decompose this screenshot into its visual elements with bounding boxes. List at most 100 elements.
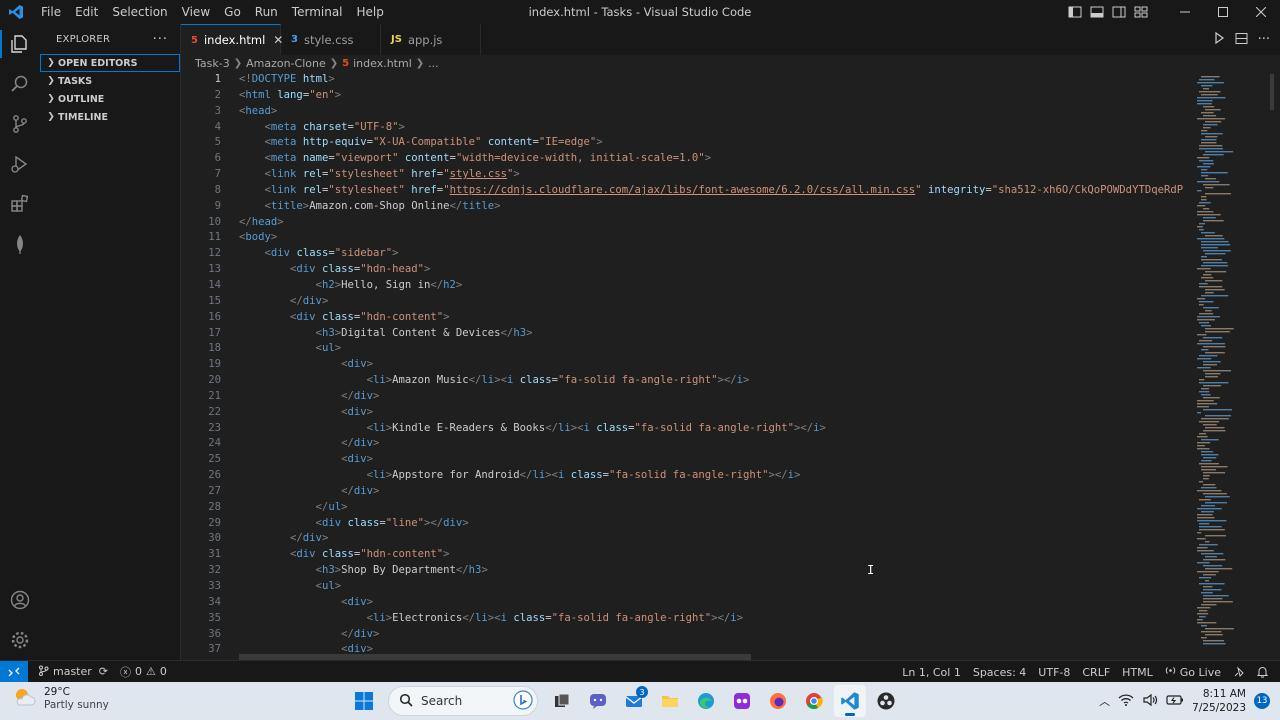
tab-app-js[interactable]: JS app.js <box>381 24 481 55</box>
customize-layout-icon[interactable] <box>1130 0 1152 24</box>
sync-icon[interactable]: ⟳ <box>99 665 108 678</box>
wifi-icon[interactable] <box>1118 693 1134 710</box>
code-line[interactable]: 27 </div> <box>181 484 1193 500</box>
edge-browser-icon[interactable] <box>690 685 722 717</box>
taskbar-clock[interactable]: 8:11 AM 7/25/2023 <box>1192 687 1246 715</box>
toggle-panel-icon[interactable] <box>1086 0 1108 24</box>
code-line[interactable]: 2 <html lang="en"> <box>181 88 1193 104</box>
code-line[interactable]: 33 <ul> <box>181 579 1193 595</box>
notification-badge[interactable]: 13 <box>1254 693 1270 709</box>
remote-icon[interactable] <box>0 660 28 683</box>
minimize-button[interactable] <box>1166 0 1204 24</box>
code-line[interactable]: 12 <div class="sidebar"> <box>181 246 1193 262</box>
notifications-bell-icon[interactable] <box>1251 666 1274 678</box>
minimap[interactable] <box>1195 72 1255 660</box>
teams-chat-icon[interactable] <box>582 685 614 717</box>
vpn-mask-icon[interactable] <box>726 685 758 717</box>
taskbar-search[interactable]: Search <box>388 686 538 716</box>
close-window-button[interactable] <box>1242 0 1280 24</box>
menu-run[interactable]: Run <box>248 0 285 24</box>
code-line[interactable]: 18 <ul> <box>181 341 1193 357</box>
code-line[interactable]: 23 <li>Kindle E-Readers & Books</li><i c… <box>181 421 1193 437</box>
explorer-icon[interactable] <box>0 24 40 64</box>
section-outline[interactable]: ❯ OUTLINE <box>40 90 180 108</box>
section-timeline[interactable]: ❯ TIMELINE <box>40 108 180 126</box>
code-line[interactable]: 8 <link rel="stylesheet" href="https://c… <box>181 183 1193 199</box>
code-line[interactable]: 15 </div> <box>181 294 1193 310</box>
toggle-secondary-sidebar-icon[interactable] <box>1108 0 1130 24</box>
toggle-primary-sidebar-icon[interactable] <box>1064 0 1086 24</box>
settings-gear-icon[interactable] <box>0 620 40 660</box>
code-line[interactable]: 34 <div> <box>181 595 1193 611</box>
code-line[interactable]: 16 <div class="hdn-content"> <box>181 310 1193 326</box>
code-line[interactable]: 36 </div> <box>181 627 1193 643</box>
code-line[interactable]: 31 <div class="hdn-content"> <box>181 547 1193 563</box>
obs-studio-icon[interactable] <box>870 685 902 717</box>
code-line[interactable]: 7 <link rel="stylesheet" href="style.css… <box>181 167 1193 183</box>
menu-view[interactable]: View <box>175 0 217 24</box>
code-line[interactable]: 21 </div> <box>181 389 1193 405</box>
run-file-icon[interactable] <box>1213 31 1225 47</box>
search-icon[interactable] <box>0 64 40 104</box>
code-line[interactable]: 22 <div> <box>181 405 1193 421</box>
code-line[interactable]: 4 <meta charset="UTF-8"> <box>181 120 1193 136</box>
code-line[interactable]: 26 <li>Appstore for Android</li><i class… <box>181 468 1193 484</box>
code-line[interactable]: 30 </div> <box>181 531 1193 547</box>
battery-icon[interactable] <box>1166 694 1184 709</box>
menu-go[interactable]: Go <box>217 0 248 24</box>
problems-status[interactable]: ⓧ 0 ⚠ 0 <box>114 664 173 680</box>
tab-index-html[interactable]: 5 index.html ✕ <box>181 24 283 55</box>
task-view-icon[interactable] <box>546 685 578 717</box>
code-line[interactable]: 6 <meta name="viewport" content="width=d… <box>181 151 1193 167</box>
code-line[interactable]: 5 <meta http-equiv="X-UA-Compatible" con… <box>181 135 1193 151</box>
go-live-button[interactable]: Go Live <box>1159 665 1227 679</box>
more-actions-icon[interactable]: ··· <box>153 32 168 47</box>
file-explorer-icon[interactable] <box>654 685 686 717</box>
weather-widget[interactable]: 29°C Partly sunny <box>12 685 109 712</box>
code-line[interactable]: 25 <div> <box>181 452 1193 468</box>
code-line[interactable]: 17 <h3>Digital Content & Devices</h3> <box>181 326 1193 342</box>
source-control-icon[interactable] <box>0 104 40 144</box>
vertical-scrollbar[interactable] <box>1266 72 1280 660</box>
end-of-line[interactable]: CRLF <box>1076 666 1116 679</box>
code-line[interactable]: 19 <div> <box>181 357 1193 373</box>
vscode-taskbar-icon[interactable] <box>834 685 866 717</box>
split-editor-icon[interactable] <box>1235 32 1248 48</box>
code-line[interactable]: 29 <div class="line"></div> <box>181 516 1193 532</box>
code-line[interactable]: 14 <h2>Hello, Sign in</h2> <box>181 278 1193 294</box>
extensions-icon[interactable] <box>0 184 40 224</box>
mail-icon[interactable]: 3 <box>618 685 650 717</box>
section-open-editors[interactable]: ❯ OPEN EDITORS <box>40 54 180 72</box>
code-line[interactable]: 24 </div> <box>181 436 1193 452</box>
mongodb-leaf-icon[interactable] <box>0 224 40 264</box>
language-mode[interactable]: HTML <box>1116 666 1159 679</box>
code-editor[interactable]: 1 <!DOCTYPE html> 2 <html lang="en"> 3 <head>… <box>181 72 1193 660</box>
branch-status[interactable]: master ⟳ <box>32 665 114 679</box>
chevron-up-icon[interactable]: ︿ <box>1099 693 1110 709</box>
menu-selection[interactable]: Selection <box>105 0 174 24</box>
accounts-icon[interactable] <box>0 580 40 620</box>
chrome-icon[interactable] <box>798 685 830 717</box>
firefox-icon[interactable] <box>762 685 794 717</box>
breadcrumb-item[interactable]: index.html <box>353 57 412 70</box>
breadcrumb-item[interactable]: Task-3 <box>195 57 230 70</box>
feedback-icon[interactable] <box>1227 666 1251 678</box>
code-line[interactable]: 20 <li>Amazon Music</li><i class="fa-sol… <box>181 373 1193 389</box>
maximize-button[interactable] <box>1204 0 1242 24</box>
code-line[interactable]: 3 <head> <box>181 104 1193 120</box>
run-debug-icon[interactable] <box>0 144 40 184</box>
tab-style-css[interactable]: 3 style.css <box>281 24 381 55</box>
code-line[interactable]: 11 <body> <box>181 230 1193 246</box>
indentation[interactable]: Spaces: 4 <box>967 666 1032 679</box>
menu-help[interactable]: Help <box>350 0 391 24</box>
code-line[interactable]: 32 <h3>Shop By Department</h3> <box>181 563 1193 579</box>
menu-terminal[interactable]: Terminal <box>285 0 350 24</box>
section-tasks[interactable]: ❯ TASKS <box>40 72 180 90</box>
encoding[interactable]: UTF-8 <box>1032 666 1076 679</box>
breadcrumb-item[interactable]: ... <box>428 57 439 70</box>
cursor-position[interactable]: Ln 1, Col 1 <box>896 666 967 679</box>
code-line[interactable]: 9 <title>Amazon.com-Shop Online</title> <box>181 199 1193 215</box>
menu-file[interactable]: File <box>34 0 68 24</box>
volume-icon[interactable] <box>1142 693 1158 710</box>
editor-more-icon[interactable]: ··· <box>1258 32 1270 47</box>
